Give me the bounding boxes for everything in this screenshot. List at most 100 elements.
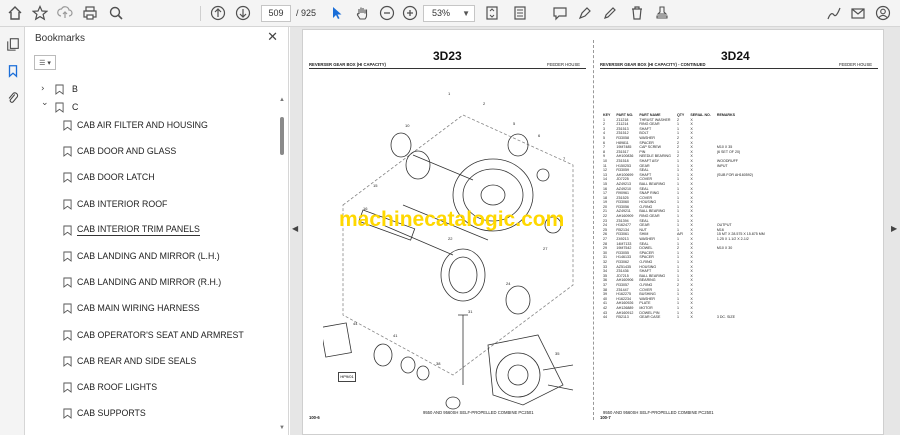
print-icon[interactable] <box>80 4 100 22</box>
pdf-page: 3D23 REVERSER GEAR BOX (HI CAPACITY) FEE… <box>302 29 884 435</box>
left-page-header: REVERSER GEAR BOX (HI CAPACITY) <box>309 62 386 67</box>
table-header-cell: PART NO. <box>616 113 634 117</box>
figure-id: HP9/01 <box>338 372 356 382</box>
chevron-down-icon[interactable]: ⌄ <box>41 98 49 108</box>
star-icon[interactable] <box>30 4 50 22</box>
bookmark-icon <box>63 146 72 158</box>
panel-scrollbar-thumb[interactable] <box>280 117 284 155</box>
svg-text:38: 38 <box>436 361 441 366</box>
bookmark-label: CAB OPERATOR'S SEAT AND ARMREST <box>77 329 244 340</box>
close-icon[interactable]: ✕ <box>267 30 278 45</box>
svg-text:15: 15 <box>373 183 378 188</box>
table-cell: X <box>690 315 693 320</box>
scroll-down-arrow[interactable]: ▼ <box>279 425 285 431</box>
bookmark-item[interactable]: CAB OPERATOR'S SEAT AND ARMREST <box>25 325 283 345</box>
home-icon[interactable] <box>5 4 25 22</box>
bookmark-group[interactable]: ⌄ C <box>25 97 283 117</box>
left-rail <box>0 27 25 435</box>
bookmark-options-button[interactable]: ☰ ▾ <box>34 55 56 70</box>
next-page-icon[interactable] <box>233 4 253 22</box>
sign-icon[interactable] <box>824 4 844 22</box>
prev-page-icon[interactable] <box>208 4 228 22</box>
zoom-out-icon[interactable] <box>377 4 397 22</box>
bookmark-label: CAB LANDING AND MIRROR (L.H.) <box>77 251 220 261</box>
page-number-input[interactable]: 509 <box>261 5 291 22</box>
left-page-section: FEEDER HOUSE <box>547 62 581 67</box>
bookmark-icon <box>63 251 72 262</box>
svg-text:44: 44 <box>353 321 358 326</box>
bookmark-icon <box>55 102 64 113</box>
parts-table: KEY PART NO. PART NAME QTY SERIAL NO. REMARKS… <box>600 113 768 320</box>
watermark: machinecatalogic.com <box>339 208 565 231</box>
bookmark-label: CAB DOOR AND GLASS <box>77 146 177 157</box>
svg-text:2: 2 <box>483 101 486 106</box>
table-header-cell: SERIAL NO. <box>690 113 711 117</box>
bookmark-item[interactable]: CAB DOOR LATCH <box>25 167 283 187</box>
bookmark-item[interactable]: CAB SUPPORTS <box>25 403 283 423</box>
cursor-icon[interactable] <box>327 4 347 22</box>
bookmark-item[interactable]: CAB INTERIOR ROOF <box>25 194 283 214</box>
bookmark-icon <box>63 199 72 210</box>
bookmark-item[interactable]: CAB DOOR AND GLASS <box>25 141 283 161</box>
svg-text:24: 24 <box>506 281 511 286</box>
svg-text:6: 6 <box>538 133 541 138</box>
comment-icon[interactable] <box>550 4 570 22</box>
svg-text:31: 31 <box>468 309 473 314</box>
zoom-in-icon[interactable] <box>400 4 420 22</box>
bookmark-icon <box>63 303 72 315</box>
table-cell: 1 <box>676 315 679 320</box>
fit-icon[interactable] <box>482 4 502 22</box>
panel-title: Bookmarks <box>35 33 86 44</box>
right-page-number: 100-7 <box>600 415 611 420</box>
bookmarks-panel: Bookmarks ✕ ☰ ▾ › B ⌄ C CAB AIR FILTER AND H… <box>25 27 289 435</box>
bookmark-item[interactable]: CAB MAIN WIRING HARNESS <box>25 298 283 318</box>
zoom-select[interactable]: 53% ▼ <box>423 5 475 22</box>
bookmark-label: B <box>72 84 78 94</box>
bookmark-icon[interactable] <box>4 62 21 79</box>
scroll-icon[interactable] <box>510 4 530 22</box>
collapse-right-arrow[interactable]: ▶ <box>891 224 897 233</box>
bookmark-label: CAB LANDING AND MIRROR (R.H.) <box>77 277 222 288</box>
profile-icon[interactable] <box>873 4 893 22</box>
mail-icon[interactable] <box>848 4 868 22</box>
svg-text:27: 27 <box>543 246 548 251</box>
right-page-footer: 9550 AND 9560SH SELF-PROPELLED COMBINE P… <box>603 410 714 415</box>
stamp-icon[interactable] <box>652 4 672 22</box>
bookmark-label: CAB INTERIOR ROOF <box>77 198 168 209</box>
svg-text:7: 7 <box>563 156 566 161</box>
pages-icon[interactable] <box>4 35 21 52</box>
bookmark-label: CAB ROOF LIGHTS <box>77 382 158 392</box>
bookmark-item[interactable]: CAB INTERIOR TRIM PANELS <box>25 220 283 240</box>
delete-icon[interactable] <box>627 4 647 22</box>
right-page-title: 3D24 <box>721 49 750 63</box>
bookmark-group[interactable]: › B <box>25 79 283 99</box>
svg-text:5: 5 <box>513 121 516 126</box>
bookmark-item[interactable]: CAB LANDING AND MIRROR (R.H.) <box>25 272 283 292</box>
bookmark-icon <box>63 277 72 289</box>
bookmark-icon <box>63 330 72 341</box>
scroll-up-arrow[interactable]: ▲ <box>279 97 285 103</box>
left-page-number: 100-6 <box>309 415 320 420</box>
table-cell: AH160909 <box>616 214 634 219</box>
pen-icon[interactable] <box>600 4 620 22</box>
table-row: 44 R52113 GEAR CASE 1 X 3 DC. SIZE <box>600 315 768 320</box>
page-total: / 925 <box>296 8 317 18</box>
bookmark-icon <box>63 120 72 131</box>
collapse-left-arrow[interactable]: ◀ <box>292 224 298 233</box>
bookmark-icon <box>55 84 64 95</box>
bookmark-item[interactable]: CAB AIR FILTER AND HOUSING <box>25 115 283 135</box>
zoom-value: 53% <box>432 8 451 18</box>
upload-icon[interactable] <box>55 4 75 22</box>
bookmark-item[interactable]: CAB LANDING AND MIRROR (L.H.) <box>25 246 283 266</box>
table-cell: R52113 <box>616 315 629 320</box>
hand-icon[interactable] <box>352 4 372 22</box>
search-icon[interactable] <box>106 4 126 22</box>
highlight-icon[interactable] <box>575 4 595 22</box>
svg-text:10: 10 <box>405 123 410 128</box>
attachment-icon[interactable] <box>4 89 21 106</box>
bookmark-item[interactable]: CAB REAR AND SIDE SEALS <box>25 351 283 371</box>
bookmark-item[interactable]: CAB ROOF LIGHTS <box>25 377 283 397</box>
left-page-footer: 9550 AND 9560SH SELF-PROPELLED COMBINE P… <box>423 410 534 415</box>
chevron-right-icon[interactable]: › <box>41 84 45 94</box>
bookmark-label: C <box>72 102 79 112</box>
